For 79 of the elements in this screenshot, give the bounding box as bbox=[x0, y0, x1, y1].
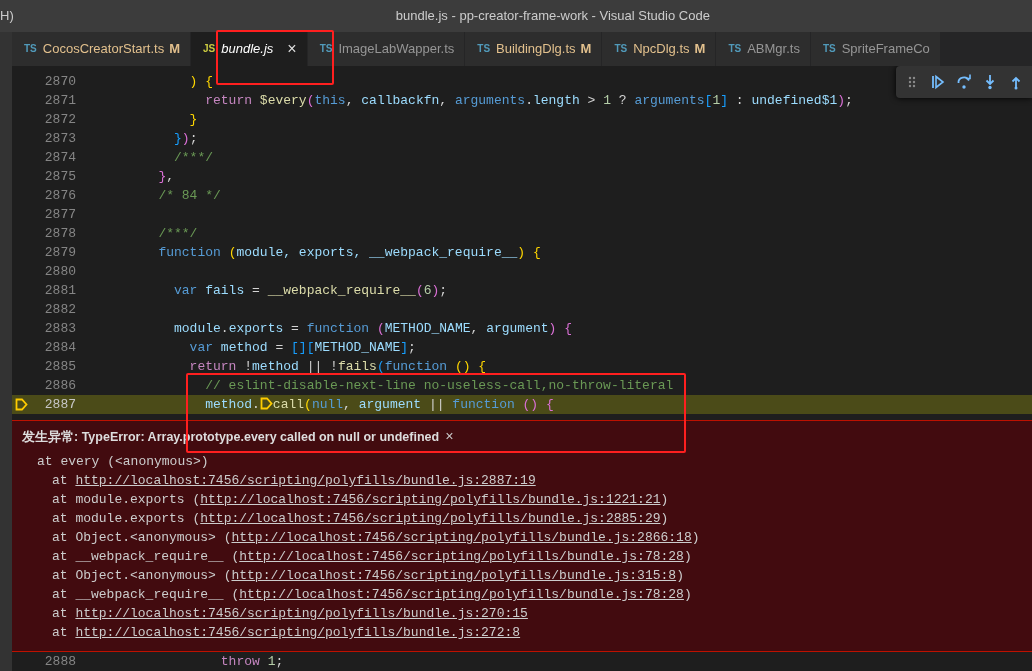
current-frame-icon bbox=[14, 398, 28, 411]
stack-link[interactable]: http://localhost:7456/scripting/polyfills/bundle.js:2885:29 bbox=[200, 511, 661, 526]
line-number: 2884 bbox=[43, 339, 76, 357]
close-button[interactable]: × bbox=[287, 37, 297, 61]
stack-link[interactable]: http://localhost:7456/scripting/polyfills/bundle.js:78:28 bbox=[239, 587, 684, 602]
stack-link[interactable]: http://localhost:7456/scripting/polyfills/bundle.js:2866:18 bbox=[231, 530, 692, 545]
line-number: 2887 bbox=[43, 396, 76, 414]
line-number: 2883 bbox=[43, 320, 76, 338]
line-number: 2882 bbox=[43, 301, 76, 319]
stack-trace-line: at http://localhost:7456/scripting/polyfills/bundle.js:272:8 bbox=[52, 625, 521, 640]
step-over-icon[interactable] bbox=[956, 74, 972, 90]
modified-indicator: M bbox=[169, 40, 180, 59]
line-number: 2877 bbox=[43, 206, 76, 224]
file-type-icon: TS bbox=[319, 41, 333, 56]
line-number: 2874 bbox=[43, 149, 76, 167]
stack-link[interactable]: http://localhost:7456/scripting/polyfills/bundle.js:272:8 bbox=[75, 625, 521, 640]
stack-frame-icon bbox=[259, 397, 273, 410]
code-line: method. call(null, argument || function () { bbox=[204, 396, 554, 414]
stack-link[interactable]: http://localhost:7456/scripting/polyfills/bundle.js:270:15 bbox=[75, 606, 528, 621]
code-line: /* 84 */ bbox=[157, 187, 221, 205]
code-line: ) { bbox=[188, 73, 214, 91]
line-number: 2872 bbox=[43, 111, 76, 129]
stack-trace-line: at Object.<anonymous> (http://localhost:7456/scripting/polyfills/bundle.js:2866:18) bbox=[52, 530, 700, 545]
stack-trace-line: at every (<anonymous>) bbox=[37, 454, 209, 469]
close-button[interactable]: × bbox=[439, 427, 454, 448]
code-line: return !method || !fails(function () { bbox=[188, 358, 487, 376]
code-line: /***/ bbox=[157, 225, 198, 243]
line-number: 2875 bbox=[43, 168, 76, 186]
line-number: 2879 bbox=[43, 244, 76, 262]
code-line: var fails = __webpack_require__(6); bbox=[173, 282, 448, 300]
modified-indicator: M bbox=[694, 40, 706, 59]
menu-fragment[interactable]: H) bbox=[0, 6, 14, 26]
editor-tab[interactable]: TS SpriteFrameCo bbox=[810, 32, 941, 66]
editor-tab[interactable]: TS CocosCreatorStart.ts M bbox=[12, 32, 191, 66]
editor-tab[interactable]: TS ABMgr.ts bbox=[716, 32, 811, 66]
file-type-icon: TS bbox=[728, 41, 742, 56]
code-line: return $every(this, callbackfn, arguments.length > 1 ? arguments[1] : undefined$1); bbox=[204, 92, 853, 110]
editor-tab[interactable]: TS ImageLabWapper.ts bbox=[307, 32, 466, 66]
file-type-icon: JS bbox=[203, 41, 216, 56]
file-type-icon: TS bbox=[477, 41, 491, 56]
line-number: 2886 bbox=[43, 377, 76, 395]
line-number: 2885 bbox=[43, 358, 76, 376]
line-number: 2870 bbox=[43, 73, 76, 91]
line-number: 2871 bbox=[43, 92, 76, 110]
code-line: } bbox=[188, 111, 198, 129]
stack-trace-line: at http://localhost:7456/scripting/polyfills/bundle.js:2887:19 bbox=[52, 473, 536, 488]
line-number: 2873 bbox=[43, 130, 76, 148]
stack-trace-line: at __webpack_require__ (http://localhost:7456/scripting/polyfills/bundle.js:78:28) bbox=[52, 549, 692, 564]
editor-tab[interactable]: TS BuildingDlg.ts M bbox=[465, 32, 603, 66]
editor-tab[interactable]: TS NpcDlg.ts M bbox=[602, 32, 717, 66]
code-line: function (module, exports, __webpack_require__) { bbox=[157, 244, 541, 262]
stack-trace-line: at module.exports (http://localhost:7456/scripting/polyfills/bundle.js:1221:21) bbox=[52, 492, 669, 507]
stack-trace-line: at module.exports (http://localhost:7456/scripting/polyfills/bundle.js:2885:29) bbox=[52, 511, 669, 526]
stack-trace-line: at __webpack_require__ (http://localhost:7456/scripting/polyfills/bundle.js:78:28) bbox=[52, 587, 692, 602]
file-type-icon: TS bbox=[822, 41, 836, 56]
line-number: 2880 bbox=[43, 263, 76, 281]
file-type-icon: TS bbox=[614, 41, 628, 56]
stack-link[interactable]: http://localhost:7456/scripting/polyfills/bundle.js:1221:21 bbox=[200, 492, 661, 507]
code-line: }, bbox=[157, 168, 175, 186]
code-line: module.exports = function (METHOD_NAME, argument) { bbox=[173, 320, 572, 338]
code-line: /***/ bbox=[173, 149, 214, 167]
code-line: }); bbox=[173, 130, 198, 148]
window-title: bundle.js - pp-creator-frame-work - Visual Studio Code bbox=[394, 7, 711, 26]
line-number: 2888 bbox=[43, 653, 76, 671]
stack-trace-line: at http://localhost:7456/scripting/polyfills/bundle.js:270:15 bbox=[52, 606, 528, 621]
file-type-icon: TS bbox=[24, 41, 37, 56]
continue-icon[interactable] bbox=[930, 74, 946, 90]
stack-link[interactable]: http://localhost:7456/scripting/polyfills/bundle.js:315:8 bbox=[231, 568, 677, 583]
modified-indicator: M bbox=[580, 40, 592, 59]
stack-trace-line: at Object.<anonymous> (http://localhost:7456/scripting/polyfills/bundle.js:315:8) bbox=[52, 568, 684, 583]
stack-link[interactable]: http://localhost:7456/scripting/polyfills/bundle.js:78:28 bbox=[239, 549, 684, 564]
line-number: 2881 bbox=[43, 282, 76, 300]
stack-link[interactable]: http://localhost:7456/scripting/polyfills/bundle.js:2887:19 bbox=[75, 473, 536, 488]
code-line: throw 1; bbox=[219, 653, 284, 671]
code-line: var method = [][METHOD_NAME]; bbox=[188, 339, 416, 357]
line-number: 2876 bbox=[43, 187, 76, 205]
editor-tab[interactable]: JS bundle.js × bbox=[191, 32, 308, 66]
code-line: // eslint-disable-next-line no-useless-call,no-throw-literal bbox=[204, 377, 674, 395]
line-number: 2878 bbox=[43, 225, 76, 243]
